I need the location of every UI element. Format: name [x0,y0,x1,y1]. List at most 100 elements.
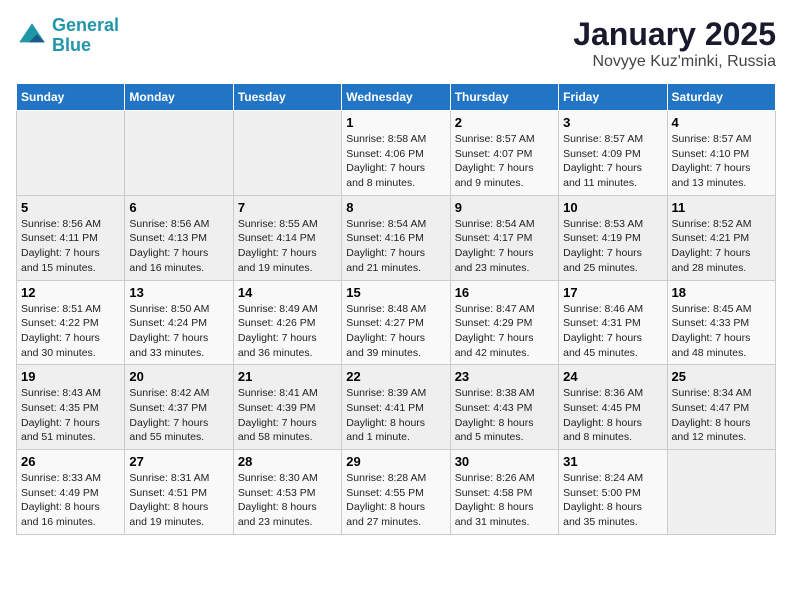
day-number: 1 [346,115,445,130]
day-number: 20 [129,369,228,384]
calendar-cell: 28 Sunrise: 8:30 AM Sunset: 4:53 PM Dayli… [233,450,341,535]
day-number: 23 [455,369,554,384]
calendar-cell: 19 Sunrise: 8:43 AM Sunset: 4:35 PM Dayli… [17,365,125,450]
calendar-cell: 5Sunrise: 8:56 AM Sunset: 4:11 PM Daylig… [17,195,125,280]
day-number: 6 [129,200,228,215]
day-number: 25 [672,369,771,384]
calendar-cell: 25 Sunrise: 8:34 AM Sunset: 4:47 PM Dayli… [667,365,775,450]
calendar-cell [667,450,775,535]
day-info: Sunrise: 8:43 AM Sunset: 4:35 PM Dayligh… [21,386,120,445]
calendar-week-row: 5Sunrise: 8:56 AM Sunset: 4:11 PM Daylig… [17,195,776,280]
calendar-cell: 21 Sunrise: 8:41 AM Sunset: 4:39 PM Dayli… [233,365,341,450]
calendar-cell: 9 Sunrise: 8:54 AM Sunset: 4:17 PM Daylig… [450,195,558,280]
calendar-week-row: 26Sunrise: 8:33 AM Sunset: 4:49 PM Dayli… [17,450,776,535]
logo-line2: Blue [52,35,91,55]
calendar-cell: 29 Sunrise: 8:28 AM Sunset: 4:55 PM Dayli… [342,450,450,535]
day-number: 18 [672,285,771,300]
weekday-label: Tuesday [233,84,341,111]
calendar-cell: 4 Sunrise: 8:57 AM Sunset: 4:10 PM Daylig… [667,111,775,196]
calendar-week-row: 19 Sunrise: 8:43 AM Sunset: 4:35 PM Dayli… [17,365,776,450]
calendar-cell: 24 Sunrise: 8:36 AM Sunset: 4:45 PM Dayli… [559,365,667,450]
day-info: Sunrise: 8:56 AM Sunset: 4:13 PM Dayligh… [129,217,228,276]
day-number: 4 [672,115,771,130]
calendar-cell: 13 Sunrise: 8:50 AM Sunset: 4:24 PM Dayli… [125,280,233,365]
day-info: Sunrise: 8:48 AM Sunset: 4:27 PM Dayligh… [346,302,445,361]
weekday-label: Monday [125,84,233,111]
day-info: Sunrise: 8:28 AM Sunset: 4:55 PM Dayligh… [346,471,445,530]
day-info: Sunrise: 8:39 AM Sunset: 4:41 PM Dayligh… [346,386,445,445]
calendar-body: 1Sunrise: 8:58 AM Sunset: 4:06 PM Daylig… [17,111,776,535]
day-number: 15 [346,285,445,300]
calendar-cell: 12Sunrise: 8:51 AM Sunset: 4:22 PM Dayli… [17,280,125,365]
day-number: 16 [455,285,554,300]
calendar-cell: 10 Sunrise: 8:53 AM Sunset: 4:19 PM Dayli… [559,195,667,280]
day-info: Sunrise: 8:57 AM Sunset: 4:09 PM Dayligh… [563,132,662,191]
calendar-cell [17,111,125,196]
day-info: Sunrise: 8:53 AM Sunset: 4:19 PM Dayligh… [563,217,662,276]
day-info: Sunrise: 8:57 AM Sunset: 4:10 PM Dayligh… [672,132,771,191]
day-number: 14 [238,285,337,300]
page-header: General Blue January 2025 Novyye Kuz'min… [16,16,776,71]
calendar-week-row: 1Sunrise: 8:58 AM Sunset: 4:06 PM Daylig… [17,111,776,196]
calendar-cell: 22Sunrise: 8:39 AM Sunset: 4:41 PM Dayli… [342,365,450,450]
day-info: Sunrise: 8:31 AM Sunset: 4:51 PM Dayligh… [129,471,228,530]
calendar-cell: 31Sunrise: 8:24 AM Sunset: 5:00 PM Dayli… [559,450,667,535]
day-number: 7 [238,200,337,215]
day-number: 17 [563,285,662,300]
day-number: 10 [563,200,662,215]
calendar-cell: 20 Sunrise: 8:42 AM Sunset: 4:37 PM Dayli… [125,365,233,450]
day-number: 31 [563,454,662,469]
day-info: Sunrise: 8:26 AM Sunset: 4:58 PM Dayligh… [455,471,554,530]
calendar-cell: 27 Sunrise: 8:31 AM Sunset: 4:51 PM Dayli… [125,450,233,535]
logo-icon [16,20,48,52]
day-info: Sunrise: 8:52 AM Sunset: 4:21 PM Dayligh… [672,217,771,276]
calendar-cell: 15 Sunrise: 8:48 AM Sunset: 4:27 PM Dayli… [342,280,450,365]
day-number: 28 [238,454,337,469]
day-number: 24 [563,369,662,384]
day-info: Sunrise: 8:56 AM Sunset: 4:11 PM Dayligh… [21,217,120,276]
calendar-cell [125,111,233,196]
day-number: 9 [455,200,554,215]
day-info: Sunrise: 8:46 AM Sunset: 4:31 PM Dayligh… [563,302,662,361]
calendar-cell: 30 Sunrise: 8:26 AM Sunset: 4:58 PM Dayli… [450,450,558,535]
calendar-cell: 26Sunrise: 8:33 AM Sunset: 4:49 PM Dayli… [17,450,125,535]
weekday-label: Friday [559,84,667,111]
day-number: 13 [129,285,228,300]
calendar-cell: 1Sunrise: 8:58 AM Sunset: 4:06 PM Daylig… [342,111,450,196]
day-info: Sunrise: 8:51 AM Sunset: 4:22 PM Dayligh… [21,302,120,361]
calendar-cell: 16 Sunrise: 8:47 AM Sunset: 4:29 PM Dayli… [450,280,558,365]
calendar-cell: 14 Sunrise: 8:49 AM Sunset: 4:26 PM Dayli… [233,280,341,365]
day-info: Sunrise: 8:45 AM Sunset: 4:33 PM Dayligh… [672,302,771,361]
calendar-cell: 8 Sunrise: 8:54 AM Sunset: 4:16 PM Daylig… [342,195,450,280]
day-number: 3 [563,115,662,130]
day-number: 11 [672,200,771,215]
day-number: 19 [21,369,120,384]
day-number: 29 [346,454,445,469]
day-info: Sunrise: 8:36 AM Sunset: 4:45 PM Dayligh… [563,386,662,445]
calendar-cell: 17 Sunrise: 8:46 AM Sunset: 4:31 PM Dayli… [559,280,667,365]
day-info: Sunrise: 8:47 AM Sunset: 4:29 PM Dayligh… [455,302,554,361]
weekday-header-row: SundayMondayTuesdayWednesdayThursdayFrid… [17,84,776,111]
day-info: Sunrise: 8:54 AM Sunset: 4:16 PM Dayligh… [346,217,445,276]
calendar-cell: 11 Sunrise: 8:52 AM Sunset: 4:21 PM Dayli… [667,195,775,280]
day-number: 21 [238,369,337,384]
day-info: Sunrise: 8:34 AM Sunset: 4:47 PM Dayligh… [672,386,771,445]
day-info: Sunrise: 8:55 AM Sunset: 4:14 PM Dayligh… [238,217,337,276]
day-number: 8 [346,200,445,215]
calendar-cell: 23Sunrise: 8:38 AM Sunset: 4:43 PM Dayli… [450,365,558,450]
day-info: Sunrise: 8:41 AM Sunset: 4:39 PM Dayligh… [238,386,337,445]
calendar-cell: 6 Sunrise: 8:56 AM Sunset: 4:13 PM Daylig… [125,195,233,280]
day-number: 30 [455,454,554,469]
day-info: Sunrise: 8:50 AM Sunset: 4:24 PM Dayligh… [129,302,228,361]
day-number: 2 [455,115,554,130]
calendar-cell [233,111,341,196]
logo: General Blue [16,16,119,56]
day-info: Sunrise: 8:42 AM Sunset: 4:37 PM Dayligh… [129,386,228,445]
weekday-label: Thursday [450,84,558,111]
day-info: Sunrise: 8:54 AM Sunset: 4:17 PM Dayligh… [455,217,554,276]
day-info: Sunrise: 8:49 AM Sunset: 4:26 PM Dayligh… [238,302,337,361]
weekday-label: Sunday [17,84,125,111]
day-number: 27 [129,454,228,469]
title-block: January 2025 Novyye Kuz'minki, Russia [573,16,776,71]
day-info: Sunrise: 8:30 AM Sunset: 4:53 PM Dayligh… [238,471,337,530]
